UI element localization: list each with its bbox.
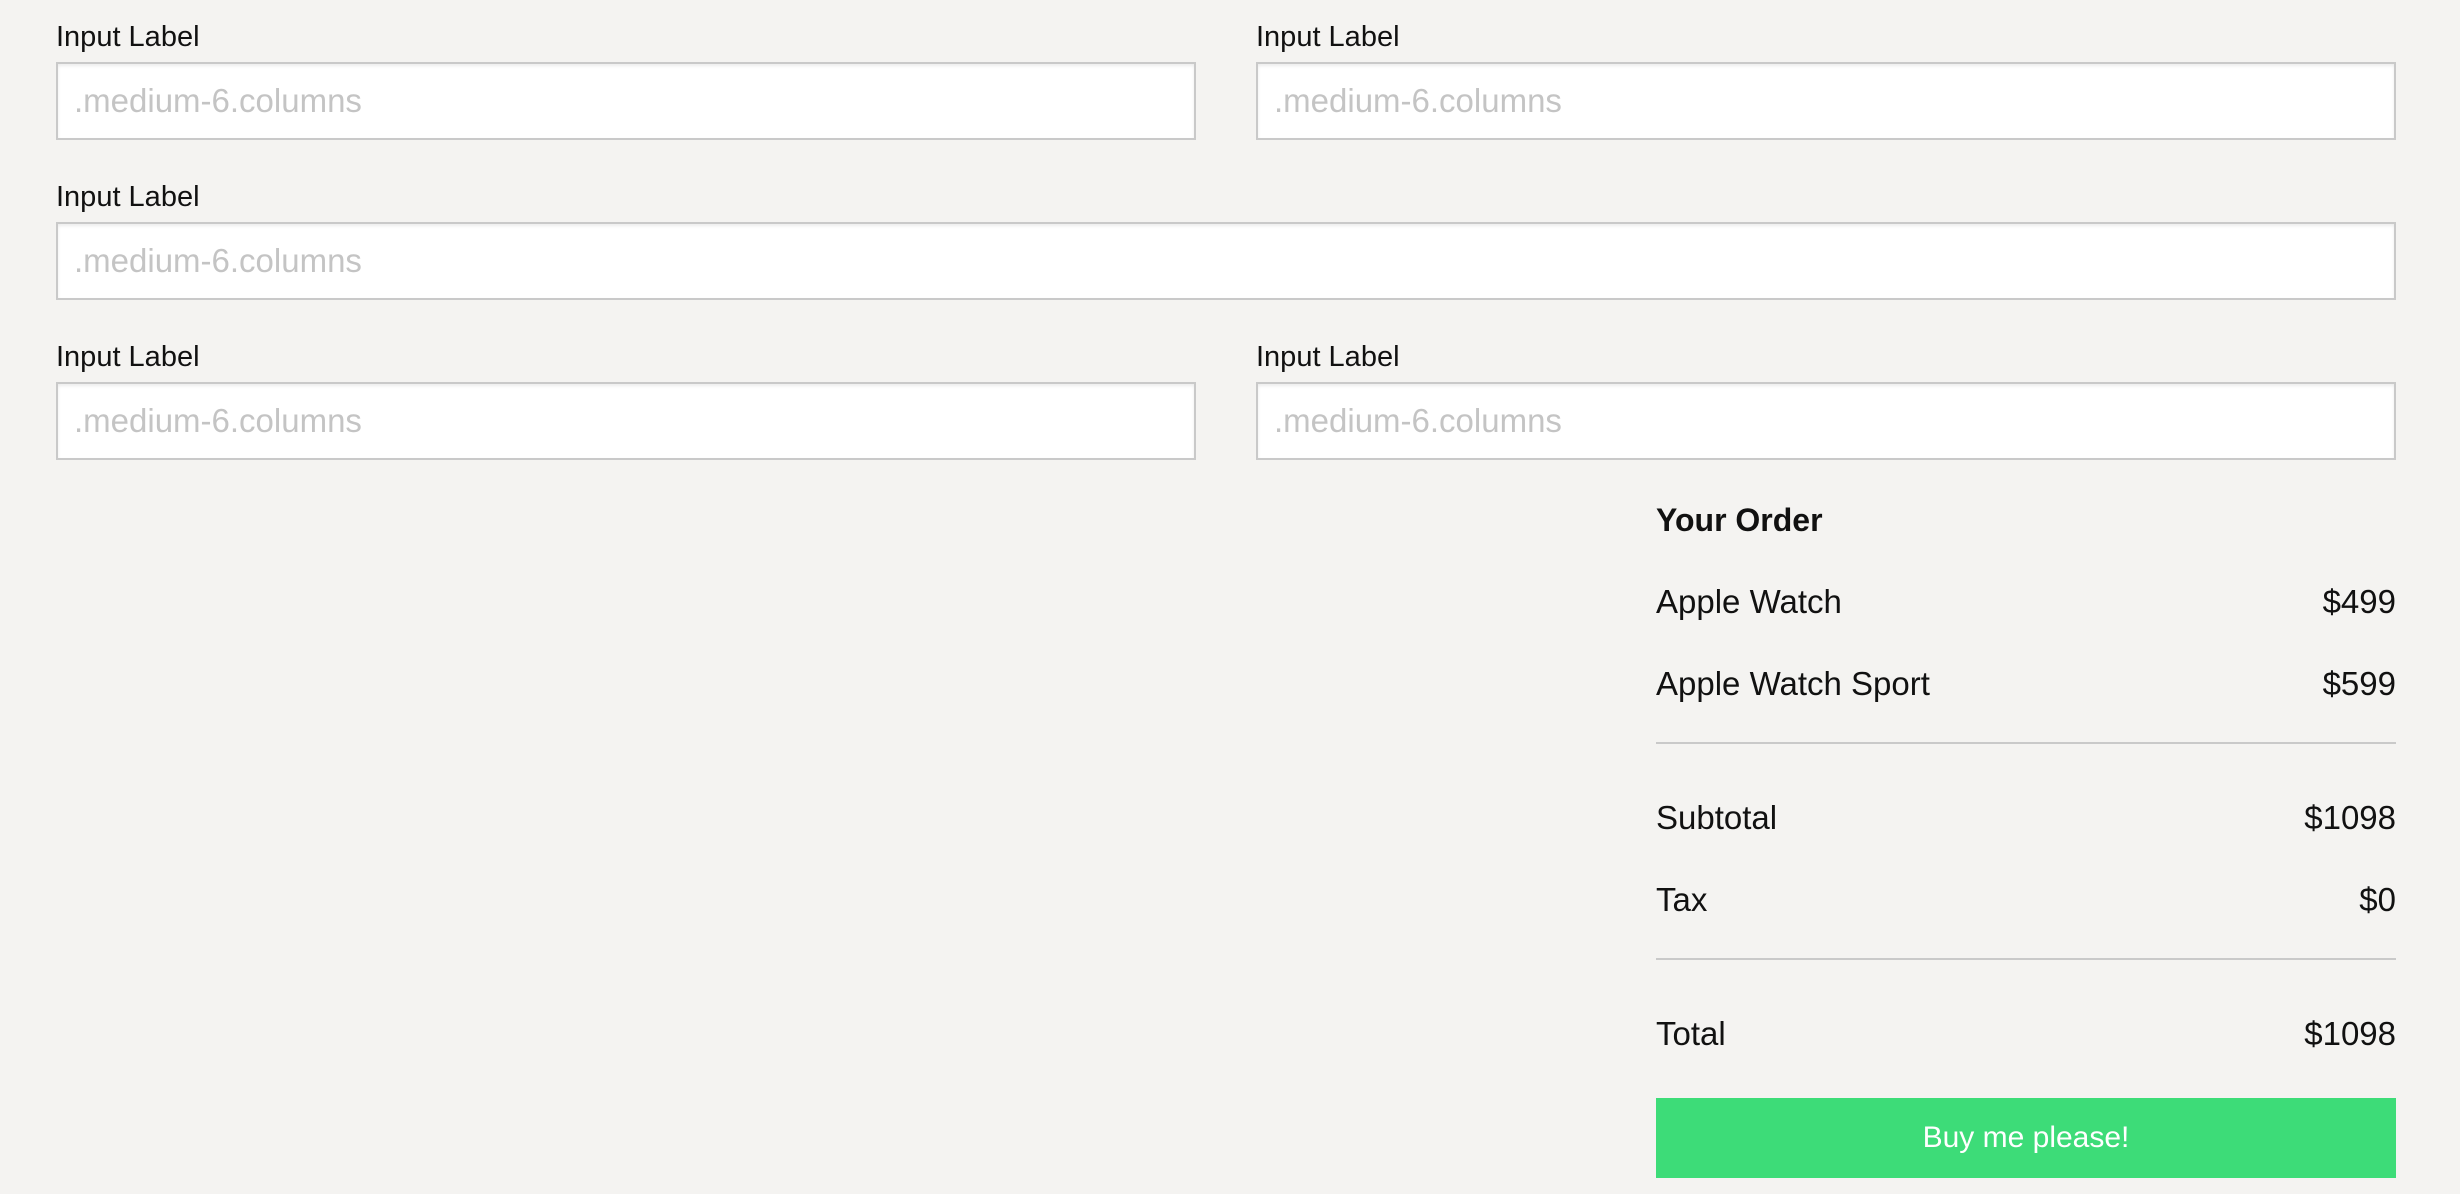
order-item-price: $599: [2322, 665, 2396, 702]
form-field: Input Label: [1256, 0, 2396, 160]
divider: [1656, 958, 2396, 960]
order-item-row: Apple Watch Sport $599: [1656, 660, 2396, 708]
form-field: Input Label: [1256, 320, 2396, 480]
order-item-name: Apple Watch Sport: [1656, 665, 1930, 702]
text-input[interactable]: [56, 62, 1196, 140]
divider: [1656, 742, 2396, 744]
input-label: Input Label: [1256, 21, 1400, 53]
subtotal-value: $1098: [2304, 799, 2396, 836]
form-field: Input Label: [56, 320, 1196, 480]
subtotal-row: Subtotal $1098: [1656, 794, 2396, 842]
order-summary: Your Order Apple Watch $499 Apple Watch …: [1656, 496, 2396, 1178]
tax-value: $0: [2359, 881, 2396, 918]
tax-row: Tax $0: [1656, 876, 2396, 924]
input-label: Input Label: [56, 341, 200, 373]
input-label: Input Label: [56, 181, 200, 213]
buy-button[interactable]: Buy me please!: [1656, 1098, 2396, 1178]
total-row: Total $1098: [1656, 1010, 2396, 1058]
text-input[interactable]: [56, 382, 1196, 460]
input-label: Input Label: [56, 21, 200, 53]
order-item-name: Apple Watch: [1656, 583, 1842, 620]
checkout-form: Input Label Input Label Input Label Inpu…: [56, 0, 2396, 480]
order-title: Your Order: [1656, 502, 1823, 538]
total-value: $1098: [2304, 1015, 2396, 1052]
tax-label: Tax: [1656, 881, 1708, 918]
form-row-1: Input Label Input Label: [56, 0, 2396, 160]
text-input-full-width[interactable]: [56, 222, 2396, 300]
subtotal-label: Subtotal: [1656, 799, 1778, 836]
text-input[interactable]: [1256, 382, 2396, 460]
form-row-3: Input Label Input Label: [56, 320, 2396, 480]
input-label: Input Label: [1256, 341, 1400, 373]
total-label: Total: [1656, 1015, 1726, 1052]
text-input[interactable]: [1256, 62, 2396, 140]
order-item-row: Apple Watch $499: [1656, 578, 2396, 626]
form-row-2: Input Label: [56, 160, 2396, 320]
order-item-price: $499: [2322, 583, 2396, 620]
form-field: Input Label: [56, 0, 1196, 160]
form-field: Input Label: [56, 160, 2396, 320]
